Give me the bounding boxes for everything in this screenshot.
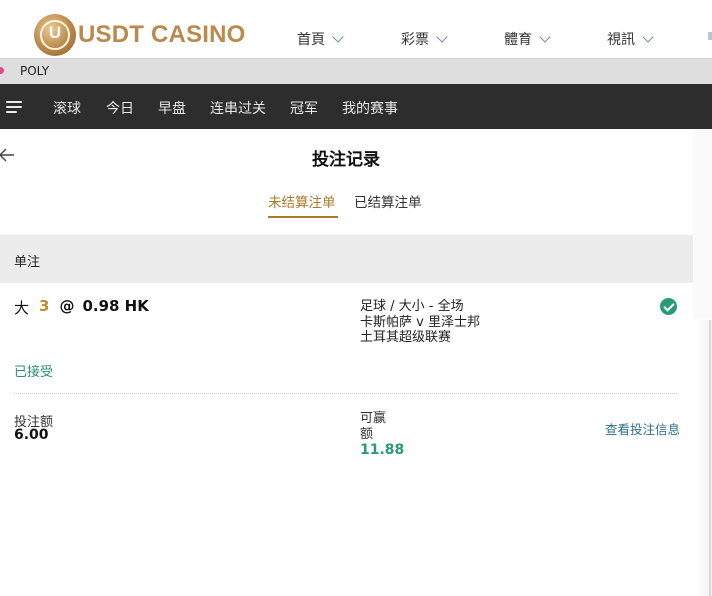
nav-sports-label: 體育 [504, 32, 532, 48]
right-edge-panel [693, 129, 712, 319]
view-bet-details-link[interactable]: 查看投注信息 [605, 419, 680, 438]
nav-video-label: 視訊 [607, 32, 635, 48]
chevron-down-icon [642, 30, 654, 43]
sports-nav-early[interactable]: 早盘 [158, 98, 186, 118]
nav-overflow-stub [708, 32, 712, 40]
sports-nav-parlay[interactable]: 连串过关 [210, 98, 266, 118]
sports-nav-outright[interactable]: 冠军 [290, 98, 318, 118]
site-header: U USDT CASINO 首頁 彩票 體育 視訊 [0, 0, 712, 58]
nav-lottery-label: 彩票 [401, 32, 429, 48]
site-logo[interactable]: U USDT CASINO [34, 14, 246, 56]
bet-market-info: 足球 / 大小 - 全场 卡斯帕萨 v 里泽士邦 土耳其超级联赛 [360, 299, 480, 346]
tab-status-dot [0, 67, 4, 74]
provider-tab-strip: POLY [0, 58, 712, 84]
sports-nav-inplay[interactable]: 滚球 [53, 98, 81, 118]
bet-status: 已接受 [14, 365, 54, 380]
sports-nav-today[interactable]: 今日 [106, 98, 134, 118]
section-header-single: 单注 [0, 235, 693, 283]
logo-text: USDT CASINO [78, 21, 246, 48]
right-edge-line [709, 320, 711, 596]
bet-pick: 大 [14, 299, 30, 317]
bet-match: 卡斯帕萨 v 里泽士邦 [360, 314, 480, 330]
bet-selection: 大 3 @ 0.98 HK [14, 297, 149, 318]
page-title: 投注记录 [312, 150, 380, 170]
nav-video[interactable]: 視訊 [607, 29, 654, 49]
nav-home-label: 首頁 [297, 32, 325, 48]
nav-lottery[interactable]: 彩票 [401, 29, 448, 49]
bet-market: 足球 / 大小 - 全场 [360, 299, 464, 314]
bet-league: 土耳其超级联赛 [360, 330, 452, 345]
sports-nav-my-events[interactable]: 我的赛事 [342, 98, 398, 118]
sports-nav: 滚球 今日 早盘 连串过关 冠军 我的赛事 [0, 84, 712, 129]
active-tab-underline [268, 216, 338, 218]
tab-settled[interactable]: 已结算注单 [354, 191, 422, 211]
card-divider [14, 393, 677, 394]
logo-mark: U [48, 23, 62, 42]
nav-home[interactable]: 首頁 [297, 29, 344, 49]
accepted-check-icon [660, 298, 677, 315]
chevron-down-icon [332, 30, 344, 43]
potential-win-value: 11.88 [360, 442, 405, 458]
tab-unsettled[interactable]: 未结算注单 [268, 191, 336, 211]
bet-line: 3 [39, 297, 50, 315]
chevron-down-icon [539, 30, 551, 43]
nav-sports[interactable]: 體育 [504, 29, 551, 49]
bet-odds: 0.98 HK [82, 297, 149, 315]
potential-win-label: 可赢额 [360, 411, 387, 442]
tab-poly[interactable]: POLY [20, 64, 49, 78]
hamburger-menu-icon[interactable] [6, 101, 22, 113]
section-title: 单注 [14, 255, 41, 270]
chevron-down-icon [436, 30, 448, 43]
bet-at-symbol: @ [59, 297, 75, 315]
logo-badge-icon: U [34, 14, 76, 56]
stake-value: 6.00 [14, 427, 49, 443]
